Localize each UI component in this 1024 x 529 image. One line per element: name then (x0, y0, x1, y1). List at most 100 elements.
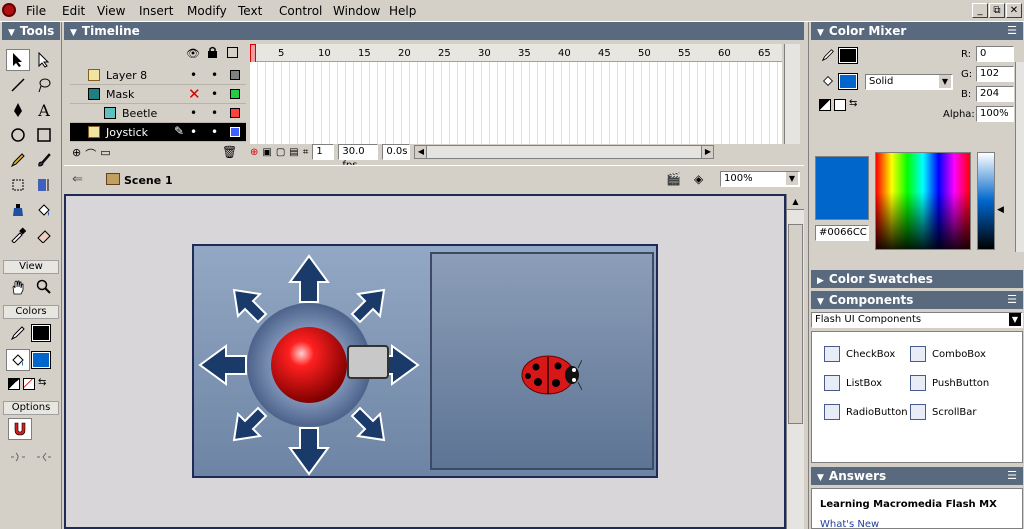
minimize-button[interactable]: _ (972, 3, 988, 18)
fill-transform-tool-icon[interactable] (32, 174, 56, 196)
onion-skin-icon[interactable]: ▣ (262, 147, 271, 158)
brush-tool-icon[interactable] (32, 149, 56, 171)
component-pushbutton[interactable]: PushButton (910, 375, 989, 391)
text-tool-icon[interactable]: A (32, 99, 56, 121)
panel-options-icon[interactable]: ☰ (1007, 291, 1017, 309)
rectangle-tool-icon[interactable] (32, 124, 56, 146)
default-colors-icon[interactable] (819, 99, 831, 111)
modify-markers-icon[interactable]: ⌗ (303, 147, 309, 158)
mask-frame[interactable] (430, 252, 654, 470)
edit-symbol-icon[interactable]: ◈ (694, 172, 703, 186)
stage-vscroll[interactable]: ▲ (786, 194, 804, 529)
no-color-icon[interactable] (834, 99, 846, 111)
snap-magnet-icon[interactable] (8, 418, 32, 440)
visibility-dot[interactable]: • (190, 106, 197, 120)
menu-insert[interactable]: Insert (139, 4, 173, 18)
answers-header[interactable]: ▼ Answers ☰ (811, 467, 1023, 485)
smooth-option-icon[interactable] (6, 446, 30, 468)
mixer-scrollbar[interactable] (1015, 62, 1024, 252)
fill-swatch[interactable] (31, 351, 51, 369)
color-mixer-header[interactable]: ▼ Color Mixer ☰ (811, 22, 1023, 40)
zoom-tool-icon[interactable] (32, 276, 56, 298)
insert-folder-icon[interactable]: ▭ (100, 146, 110, 162)
layer-row-layer8[interactable]: Layer 8 • • (70, 66, 246, 85)
lock-dot[interactable]: • (211, 68, 218, 82)
stroke-swatch[interactable] (31, 324, 51, 342)
hex-field[interactable]: #0066CC (815, 225, 869, 241)
menu-help[interactable]: Help (389, 4, 416, 18)
hand-tool-icon[interactable] (6, 276, 30, 298)
frame-cells[interactable] (250, 62, 782, 144)
visibility-dot[interactable]: • (190, 125, 197, 139)
scroll-up-icon[interactable]: ▲ (787, 194, 804, 210)
trash-icon[interactable]: 🗑 (222, 145, 237, 159)
straighten-option-icon[interactable] (32, 446, 56, 468)
visibility-dot[interactable]: • (190, 68, 197, 82)
mixer-fill-swatch[interactable] (838, 73, 858, 90)
close-button[interactable]: ✕ (1006, 3, 1022, 18)
menu-edit[interactable]: Edit (62, 4, 85, 18)
ladybug-graphic[interactable] (518, 352, 582, 398)
outline-color-box[interactable] (230, 70, 240, 80)
default-colors-icon[interactable] (8, 378, 20, 390)
swap-colors-icon[interactable]: ⇆ (38, 378, 50, 390)
timeline-header[interactable]: ▼ Timeline (64, 22, 804, 40)
hidden-x-icon[interactable]: ✕ (188, 85, 201, 103)
scene-name[interactable]: Scene 1 (124, 174, 173, 187)
component-set-select[interactable]: Flash UI Components ▼ (811, 312, 1023, 328)
free-transform-tool-icon[interactable] (6, 174, 30, 196)
b-field[interactable]: 204 (976, 86, 1014, 102)
paint-bucket-tool-icon[interactable] (32, 199, 56, 221)
fill-color-icon[interactable] (6, 349, 30, 371)
menu-text[interactable]: Text (238, 4, 262, 18)
stage-area[interactable] (64, 194, 786, 529)
stage-canvas[interactable] (192, 244, 658, 478)
swap-colors-icon[interactable]: ⇆ (849, 99, 861, 111)
panel-options-icon[interactable]: ☰ (1007, 467, 1017, 485)
g-field[interactable]: 102 (976, 66, 1014, 82)
line-tool-icon[interactable] (6, 74, 30, 96)
component-listbox[interactable]: ListBox (824, 375, 882, 391)
edit-multiple-icon[interactable]: ▤ (289, 147, 298, 158)
menu-file[interactable]: File (26, 4, 46, 18)
menu-window[interactable]: Window (333, 4, 380, 18)
pencil-tool-icon[interactable] (6, 149, 30, 171)
chevron-down-icon[interactable]: ▼ (786, 172, 798, 185)
component-checkbox[interactable]: CheckBox (824, 346, 895, 362)
layer-row-joystick[interactable]: Joystick ✎ • • (70, 123, 246, 142)
color-spectrum[interactable] (875, 152, 971, 250)
brightness-pointer-icon[interactable]: ◀ (997, 205, 1004, 215)
fill-type-select[interactable]: Solid ▼ (865, 74, 953, 90)
frames-grid[interactable]: 5 10 15 20 25 30 35 40 45 50 55 60 65 (250, 44, 782, 144)
joystick-graphic[interactable] (198, 254, 420, 476)
component-scrollbar[interactable]: ScrollBar (910, 404, 977, 420)
lasso-tool-icon[interactable] (32, 74, 56, 96)
chevron-down-icon[interactable]: ▼ (1009, 313, 1021, 326)
lock-icon[interactable] (207, 46, 218, 61)
menu-modify[interactable]: Modify (187, 4, 227, 18)
layer-row-beetle[interactable]: Beetle • • (70, 104, 246, 123)
component-combobox[interactable]: ComboBox (910, 346, 986, 362)
menu-view[interactable]: View (97, 4, 125, 18)
ink-bottle-tool-icon[interactable] (6, 199, 30, 221)
no-color-icon[interactable] (23, 378, 35, 390)
stroke-color-icon[interactable] (6, 322, 30, 344)
alpha-field[interactable]: 100% (976, 106, 1014, 122)
onion-outline-icon[interactable]: ▢ (276, 147, 285, 158)
outline-color-box[interactable] (230, 89, 240, 99)
timeline-vscroll[interactable] (784, 44, 800, 144)
lock-dot[interactable]: • (211, 125, 218, 139)
outline-icon[interactable] (227, 47, 238, 58)
brightness-slider[interactable] (977, 152, 995, 250)
subselect-tool-icon[interactable] (32, 49, 56, 71)
timeline-hscroll[interactable]: ◀ ▶ (414, 145, 715, 159)
tools-header[interactable]: ▼ Tools (2, 22, 60, 40)
zoom-select[interactable]: 100% ▼ (720, 171, 800, 187)
scroll-thumb[interactable] (788, 224, 803, 424)
whats-new-link[interactable]: What's New (820, 519, 879, 529)
components-header[interactable]: ▼ Components ☰ (811, 291, 1023, 309)
arrow-tool-icon[interactable] (6, 49, 30, 71)
mixer-stroke-swatch[interactable] (838, 47, 858, 64)
center-frame-icon[interactable]: ⊕ (250, 147, 258, 158)
add-guide-icon[interactable]: ⌒ (85, 146, 96, 162)
